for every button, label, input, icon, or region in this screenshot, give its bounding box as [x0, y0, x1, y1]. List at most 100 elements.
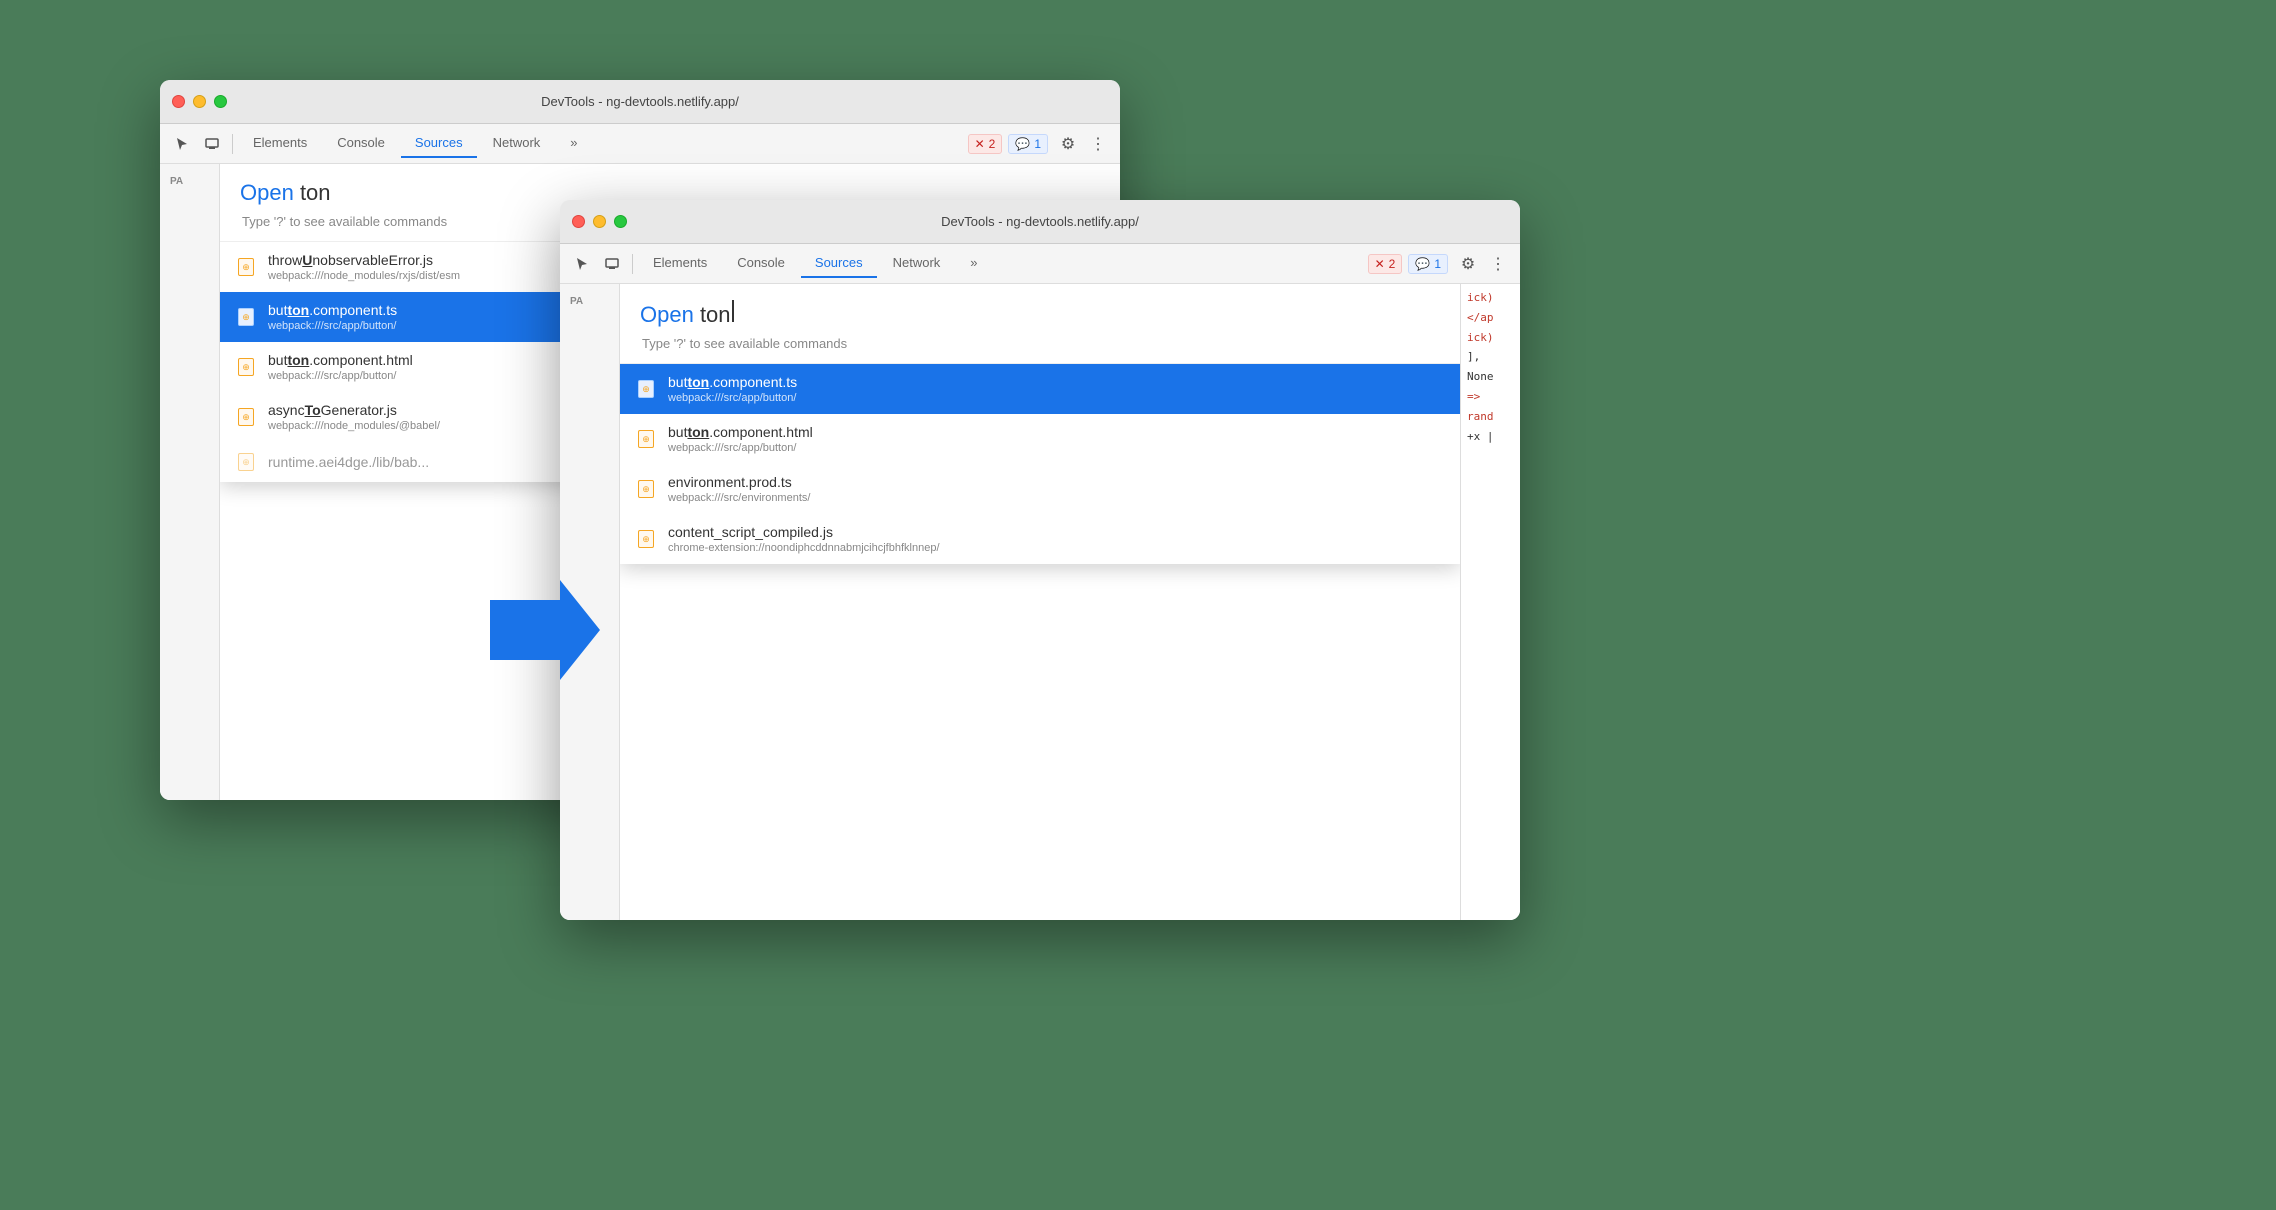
minimize-button-fg[interactable]	[593, 215, 606, 228]
window-title-bg: DevTools - ng-devtools.netlify.app/	[541, 94, 739, 109]
tab-console-bg[interactable]: Console	[323, 129, 399, 158]
more-icon-bg[interactable]: ⋮	[1084, 130, 1112, 158]
command-typed-text-bg: ton	[294, 180, 331, 206]
tab-elements-fg[interactable]: Elements	[639, 249, 721, 278]
result-info-1-fg: button.component.ts webpack:///src/app/b…	[668, 374, 797, 404]
result-name-4-bg: asyncToGenerator.js	[268, 402, 440, 418]
code-line-2: </ap	[1467, 308, 1514, 328]
result-item-1-fg[interactable]: button.component.ts webpack:///src/app/b…	[620, 364, 1460, 414]
result-item-2-fg[interactable]: button.component.html webpack:///src/app…	[620, 414, 1460, 464]
close-button-bg[interactable]	[172, 95, 185, 108]
file-icon-5-bg	[236, 452, 256, 472]
result-name-2-fg: button.component.html	[668, 424, 813, 440]
command-input-line-fg: Open ton	[640, 300, 1440, 328]
result-name-1-fg: button.component.ts	[668, 374, 797, 390]
maximize-button-fg[interactable]	[614, 215, 627, 228]
traffic-lights-bg	[172, 95, 227, 108]
message-count-fg: 1	[1434, 257, 1441, 271]
toolbar-separator-fg	[632, 254, 633, 274]
tab-console-fg[interactable]: Console	[723, 249, 799, 278]
code-line-8: +x |	[1467, 427, 1514, 447]
result-name-5-bg: runtime.aei4dge./lib/bab...	[268, 454, 429, 470]
result-name-1-bg: throwUnobservableError.js	[268, 252, 460, 268]
settings-icon-fg[interactable]: ⚙	[1454, 250, 1482, 278]
sidebar-label-bg: Pa	[164, 172, 215, 189]
error-icon-fg: ✕	[1375, 257, 1385, 271]
result-item-4-fg[interactable]: content_script_compiled.js chrome-extens…	[620, 514, 1460, 564]
result-info-3-bg: button.component.html webpack:///src/app…	[268, 352, 413, 382]
maximize-button-bg[interactable]	[214, 95, 227, 108]
traffic-lights-fg	[572, 215, 627, 228]
code-line-1: ick)	[1467, 288, 1514, 308]
command-palette-fg: Open ton Type '?' to see available comma…	[620, 284, 1460, 564]
tab-elements-bg[interactable]: Elements	[239, 129, 321, 158]
command-typed-text-fg: ton	[694, 302, 731, 328]
error-count-fg: 2	[1389, 257, 1396, 271]
command-prefix-bg: Open	[240, 180, 294, 206]
toolbar-separator	[232, 134, 233, 154]
settings-icon-bg[interactable]: ⚙	[1054, 130, 1082, 158]
result-info-2-bg: button.component.ts webpack:///src/app/b…	[268, 302, 397, 332]
message-icon-fg: 💬	[1415, 257, 1430, 271]
result-info-5-bg: runtime.aei4dge./lib/bab...	[268, 454, 429, 470]
result-info-3-fg: environment.prod.ts webpack:///src/envir…	[668, 474, 810, 504]
error-badge-fg[interactable]: ✕ 2	[1368, 254, 1403, 274]
result-name-3-bg: button.component.html	[268, 352, 413, 368]
error-count-bg: 2	[989, 137, 996, 151]
result-path-4-fg: chrome-extension://noondiphcddnnabmjcihc…	[668, 542, 940, 554]
panel-area-fg: Pa Open ton Type '?' to see available co…	[560, 284, 1520, 920]
code-line-4: ],	[1467, 347, 1514, 367]
result-path-1-bg: webpack:///node_modules/rxjs/dist/esm	[268, 270, 460, 282]
tab-network-fg[interactable]: Network	[879, 249, 955, 278]
file-icon-2-fg	[636, 429, 656, 449]
tab-more-bg[interactable]: »	[556, 129, 591, 158]
sidebar-bg: Pa	[160, 164, 220, 800]
file-icon-1-bg	[236, 257, 256, 277]
code-line-3: ick)	[1467, 328, 1514, 348]
result-path-3-fg: webpack:///src/environments/	[668, 492, 810, 504]
close-button-fg[interactable]	[572, 215, 585, 228]
error-badge-bg[interactable]: ✕ 2	[968, 134, 1003, 154]
toolbar-fg: Elements Console Sources Network » ✕ 2 💬…	[560, 244, 1520, 284]
error-icon-bg: ✕	[975, 137, 985, 151]
result-item-3-fg[interactable]: environment.prod.ts webpack:///src/envir…	[620, 464, 1460, 514]
message-count-bg: 1	[1034, 137, 1041, 151]
result-path-2-bg: webpack:///src/app/button/	[268, 320, 397, 332]
device-icon-fg[interactable]	[598, 250, 626, 278]
result-name-2-bg: button.component.ts	[268, 302, 397, 318]
blue-arrow	[490, 580, 600, 685]
result-path-2-fg: webpack:///src/app/button/	[668, 442, 813, 454]
result-name-4-fg: content_script_compiled.js	[668, 524, 940, 540]
command-hint-fg: Type '?' to see available commands	[640, 336, 1440, 351]
tab-network-bg[interactable]: Network	[479, 129, 555, 158]
toolbar-bg: Elements Console Sources Network » ✕ 2 💬…	[160, 124, 1120, 164]
titlebar-fg: DevTools - ng-devtools.netlify.app/	[560, 200, 1520, 244]
message-badge-bg[interactable]: 💬 1	[1008, 134, 1048, 154]
command-input-area-fg[interactable]: Open ton Type '?' to see available comma…	[620, 284, 1460, 364]
devtools-window-foreground: DevTools - ng-devtools.netlify.app/ Elem…	[560, 200, 1520, 920]
result-info-4-fg: content_script_compiled.js chrome-extens…	[668, 524, 940, 554]
code-line-7: rand	[1467, 407, 1514, 427]
device-icon[interactable]	[198, 130, 226, 158]
result-path-4-bg: webpack:///node_modules/@babel/	[268, 420, 440, 432]
file-icon-3-fg	[636, 479, 656, 499]
code-line-6: =>	[1467, 387, 1514, 407]
file-icon-1-fg	[636, 379, 656, 399]
result-info-1-bg: throwUnobservableError.js webpack:///nod…	[268, 252, 460, 282]
cursor-icon-fg[interactable]	[568, 250, 596, 278]
tab-sources-bg[interactable]: Sources	[401, 129, 477, 158]
minimize-button-bg[interactable]	[193, 95, 206, 108]
command-cursor-fg	[732, 300, 734, 322]
tab-sources-fg[interactable]: Sources	[801, 249, 877, 278]
result-path-3-bg: webpack:///src/app/button/	[268, 370, 413, 382]
file-icon-4-bg	[236, 407, 256, 427]
sidebar-label-fg: Pa	[564, 292, 615, 309]
file-icon-3-bg	[236, 357, 256, 377]
more-icon-fg[interactable]: ⋮	[1484, 250, 1512, 278]
file-icon-4-fg	[636, 529, 656, 549]
result-info-2-fg: button.component.html webpack:///src/app…	[668, 424, 813, 454]
message-badge-fg[interactable]: 💬 1	[1408, 254, 1448, 274]
command-results-fg: button.component.ts webpack:///src/app/b…	[620, 364, 1460, 564]
tab-more-fg[interactable]: »	[956, 249, 991, 278]
cursor-icon[interactable]	[168, 130, 196, 158]
